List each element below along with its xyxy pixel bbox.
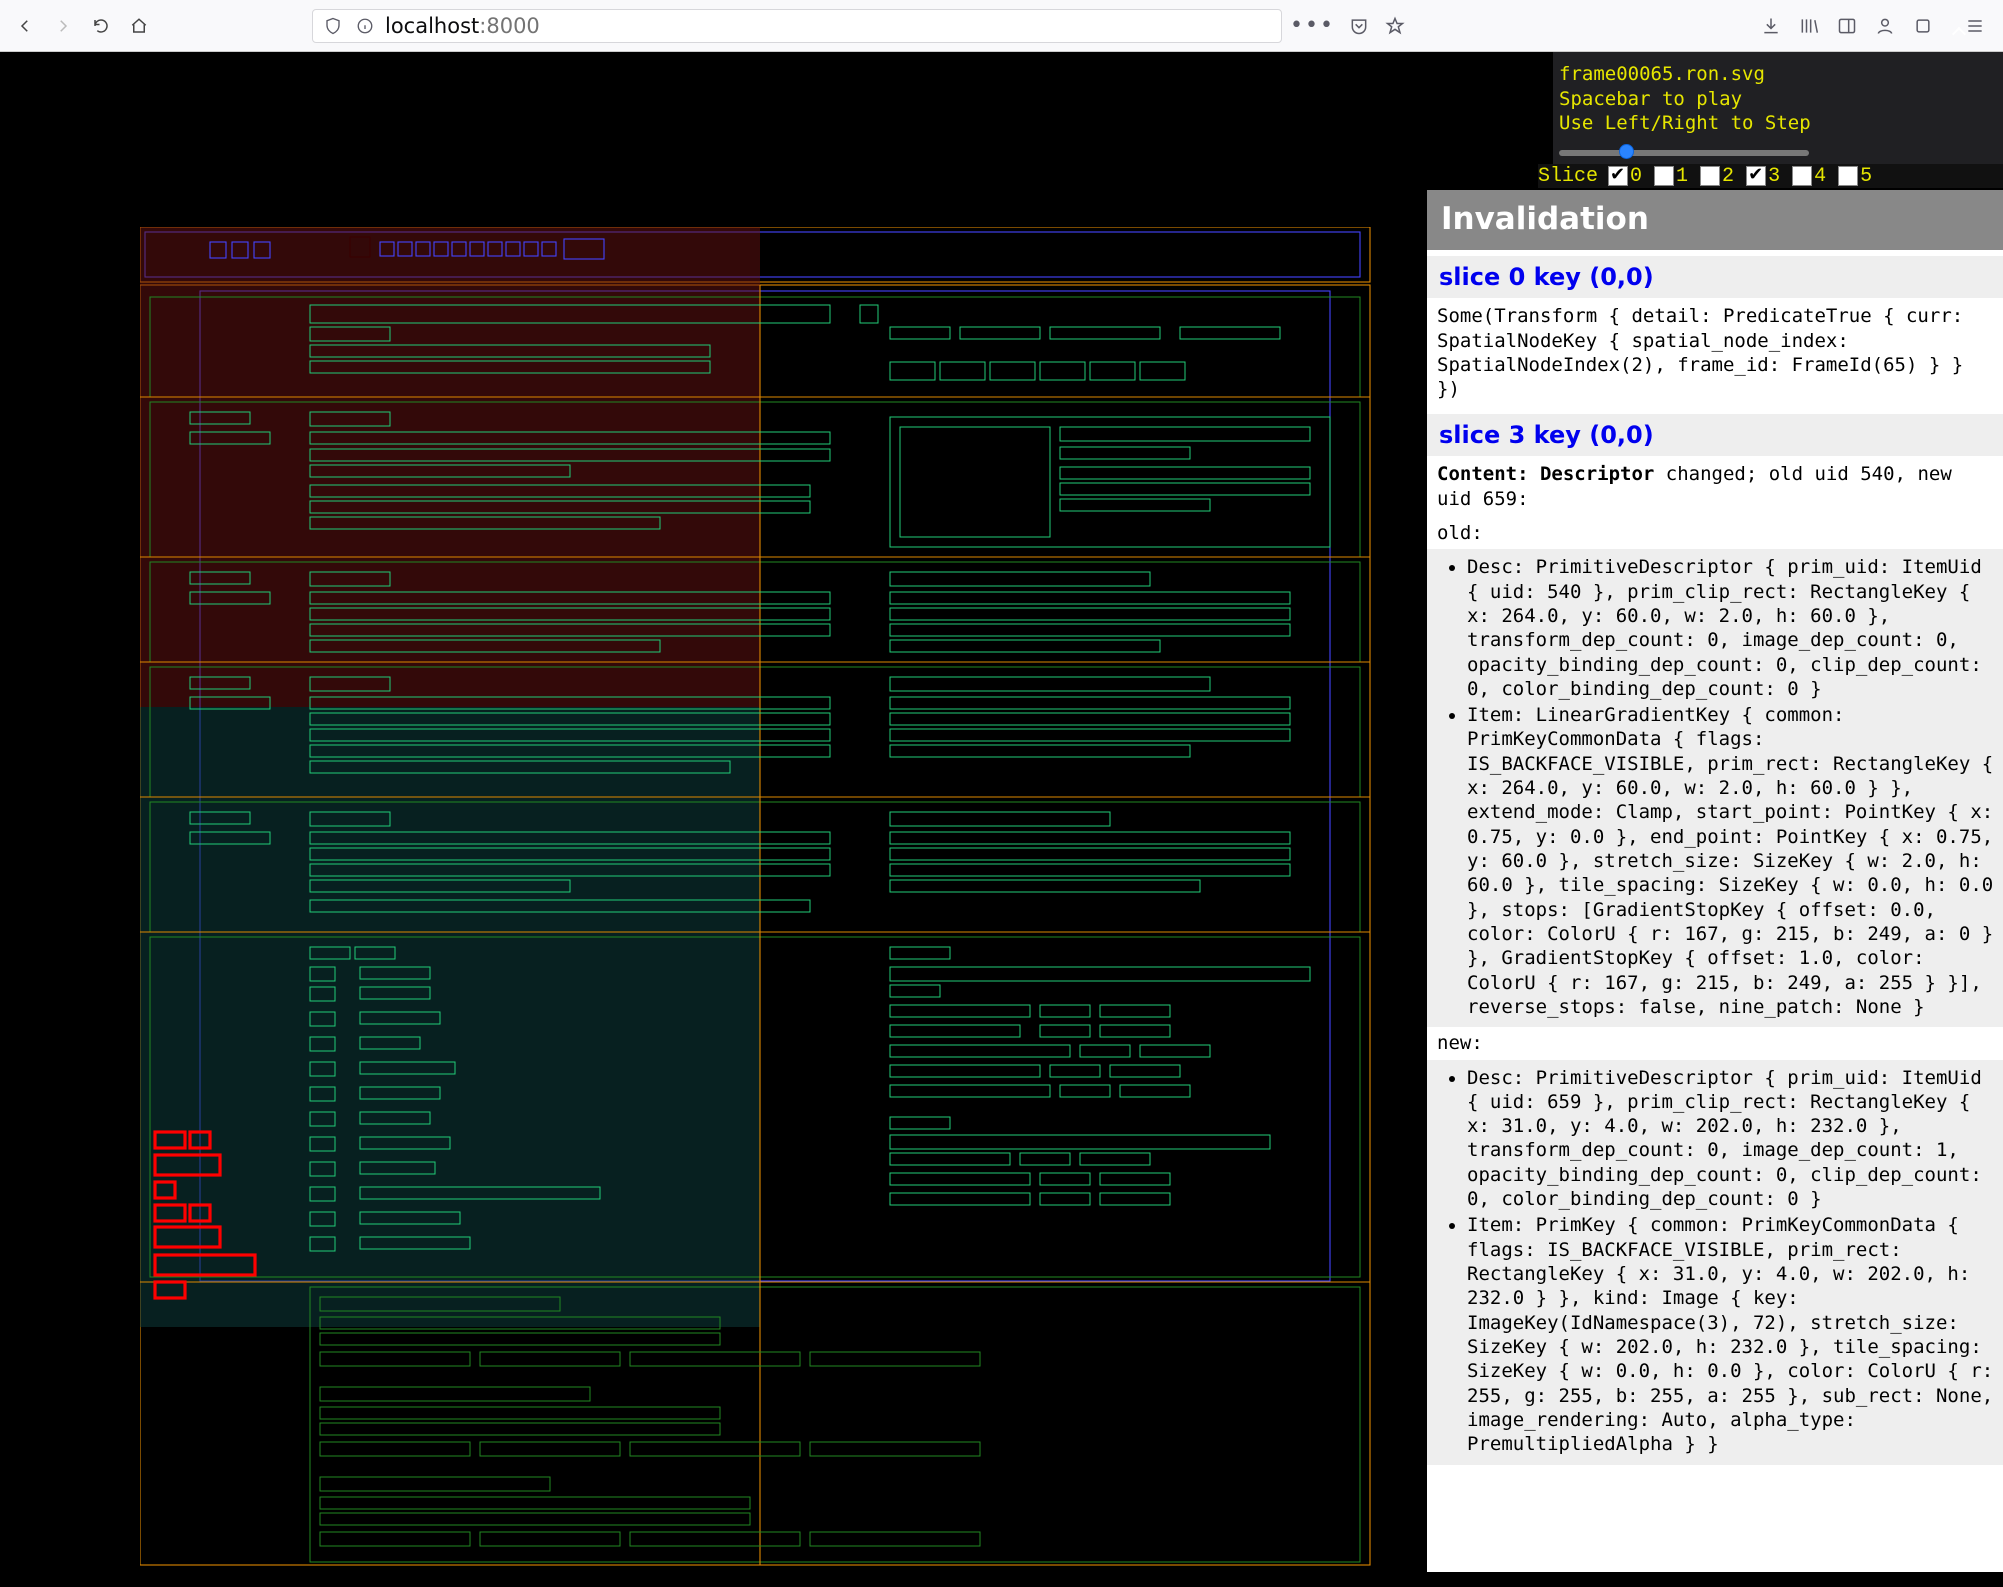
bookmark-star-icon[interactable] — [1383, 14, 1407, 38]
frame-slider[interactable] — [1559, 142, 1997, 166]
library-icon[interactable] — [1797, 14, 1821, 38]
invalidation-panel[interactable]: Invalidation slice 0 key (0,0) Some(Tran… — [1427, 190, 2003, 1572]
list-item: Desc: PrimitiveDescriptor { prim_uid: It… — [1467, 1066, 1995, 1212]
slice-3-heading: slice 3 key (0,0) — [1427, 414, 2003, 457]
back-button[interactable] — [10, 11, 40, 41]
new-label: new: — [1427, 1027, 2003, 1059]
list-item: Desc: PrimitiveDescriptor { prim_uid: It… — [1467, 555, 1995, 701]
download-icon[interactable] — [1759, 14, 1783, 38]
account-icon[interactable] — [1873, 14, 1897, 38]
slice-checkbox-0[interactable] — [1608, 166, 1628, 186]
pocket-icon[interactable] — [1347, 14, 1371, 38]
slice-checkbox-5[interactable] — [1838, 166, 1858, 186]
info-icon[interactable] — [353, 14, 377, 38]
slice-label: Slice — [1538, 165, 1598, 188]
forward-button[interactable] — [48, 11, 78, 41]
slice-0-body: Some(Transform { detail: PredicateTrue {… — [1427, 298, 2003, 407]
list-item: Item: LinearGradientKey { common: PrimKe… — [1467, 703, 1995, 1019]
slice-checkbox-4[interactable] — [1792, 166, 1812, 186]
reload-button[interactable] — [86, 11, 116, 41]
old-list: Desc: PrimitiveDescriptor { prim_uid: It… — [1427, 549, 2003, 1027]
extension-icon[interactable] — [1911, 14, 1935, 38]
shield-icon — [321, 14, 345, 38]
slice-bar: Slice 0 1 2 3 4 5 — [1538, 164, 2003, 188]
tile-overlay-svg — [140, 227, 1400, 1587]
slice-checkbox-2[interactable] — [1700, 166, 1720, 186]
toolbar-right — [1759, 14, 1993, 38]
new-list: Desc: PrimitiveDescriptor { prim_uid: It… — [1427, 1060, 2003, 1465]
panel-title: Invalidation — [1427, 190, 2003, 250]
slice-checkbox-1[interactable] — [1654, 166, 1674, 186]
menu-icon[interactable] — [1963, 14, 1987, 38]
slice-3-content-line: Content: Descriptor changed; old uid 540… — [1427, 456, 2003, 517]
page-actions-menu[interactable]: ••• — [1290, 13, 1335, 38]
url-text: localhost:8000 — [385, 14, 540, 38]
page-actions: ••• — [1290, 13, 1417, 38]
hint-step: Use Left/Right to Step — [1559, 111, 1997, 136]
old-label: old: — [1427, 517, 2003, 549]
frame-filename: frame00065.ron.svg — [1559, 62, 1997, 87]
list-item: Item: PrimKey { common: PrimKeyCommonDat… — [1467, 1213, 1995, 1456]
slice-checkbox-3[interactable] — [1746, 166, 1766, 186]
slice-0-heading: slice 0 key (0,0) — [1427, 256, 2003, 299]
browser-toolbar: localhost:8000 ••• — [0, 0, 2003, 52]
sidebar-icon[interactable] — [1835, 14, 1859, 38]
hint-play: Spacebar to play — [1559, 87, 1997, 112]
url-bar[interactable]: localhost:8000 — [312, 9, 1282, 43]
visualization-canvas[interactable] — [0, 52, 1427, 1572]
home-button[interactable] — [124, 11, 154, 41]
frame-header: frame00065.ron.svg Spacebar to play Use … — [1553, 52, 2003, 172]
